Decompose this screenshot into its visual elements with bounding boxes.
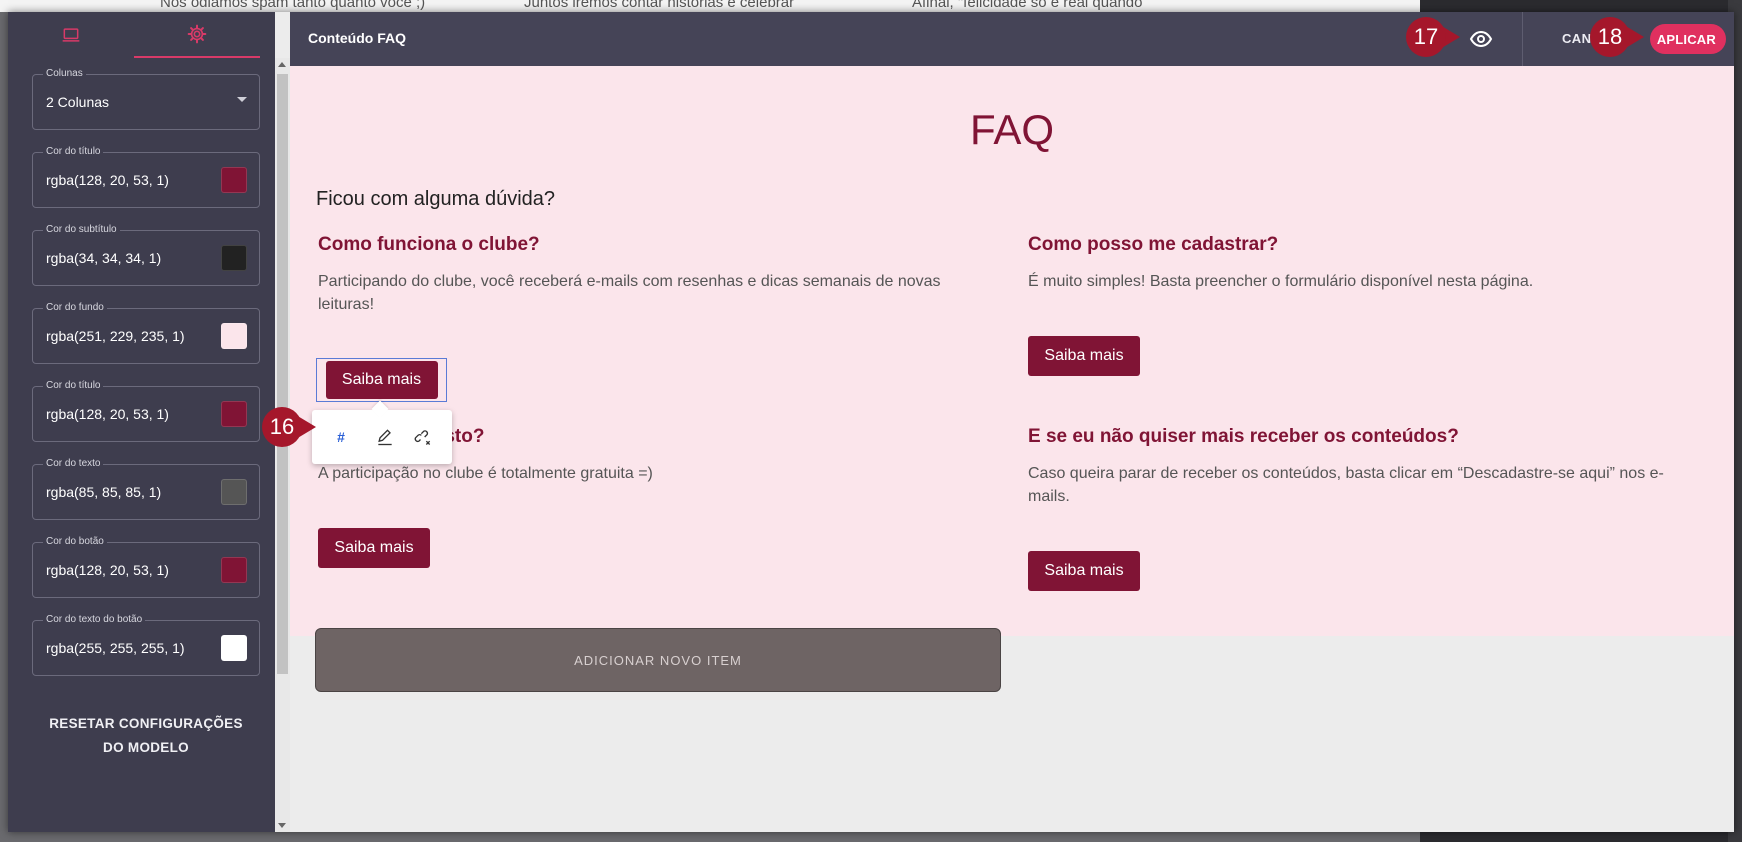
faq-title[interactable]: FAQ (290, 106, 1734, 154)
background-text-strip: Nos odiamos spam tanto quanto você ;) Ju… (0, 0, 1420, 12)
field-value: 2 Colunas (46, 94, 110, 110)
item-title-color-field[interactable]: Cor do título rgba(128, 20, 53, 1) (32, 380, 260, 442)
field-label: Cor do botão (43, 536, 107, 547)
link-anchor[interactable]: # (330, 426, 352, 448)
apply-label: APLICAR (1656, 31, 1716, 47)
laptop-icon (62, 28, 80, 42)
chevron-down-icon (237, 97, 247, 102)
background-text-2: Juntos iremos contar histórias e celebra… (524, 0, 795, 11)
field-value: rgba(128, 20, 53, 1) (46, 562, 169, 578)
settings-sidebar: Colunas 2 Colunas Cor do título rgba(128… (8, 12, 275, 832)
faq-answer[interactable]: É muito simples! Basta preencher o formu… (1028, 270, 1668, 293)
faq-item-2: Como posso me cadastrar? É muito simples… (1028, 234, 1668, 293)
sidebar-tabs (8, 12, 275, 58)
color-swatch[interactable] (221, 323, 247, 349)
tab-content[interactable] (8, 12, 134, 58)
field-value: rgba(128, 20, 53, 1) (46, 406, 169, 422)
field-label: Cor do título (43, 380, 104, 391)
faq-subtitle[interactable]: Ficou com alguma dúvida? (316, 188, 555, 211)
field-label: Cor do fundo (43, 302, 107, 313)
reset-label-line-2: DO MODELO (103, 740, 189, 755)
add-new-item-button[interactable]: ADICIONAR NOVO ITEM (315, 628, 1001, 692)
settings-fields: Colunas 2 Colunas Cor do título rgba(128… (32, 68, 260, 698)
faq-item-1: Como funciona o clube? Participando do c… (318, 234, 958, 316)
button-color-field[interactable]: Cor do botão rgba(128, 20, 53, 1) (32, 536, 260, 598)
faq-item-4: E se eu não quiser mais receber os conte… (1028, 426, 1668, 508)
scroll-up-icon[interactable] (278, 62, 286, 67)
faq-answer[interactable]: Participando do clube, você receberá e-m… (318, 270, 958, 316)
field-label: Cor do subtítulo (43, 224, 120, 235)
field-value: rgba(34, 34, 34, 1) (46, 250, 162, 266)
color-swatch[interactable] (221, 245, 247, 271)
scroll-down-icon[interactable] (278, 823, 286, 828)
field-label: Colunas (43, 68, 86, 79)
title-color-field[interactable]: Cor do título rgba(128, 20, 53, 1) (32, 146, 260, 208)
faq-question[interactable]: E se eu não quiser mais receber os conte… (1028, 426, 1668, 448)
annotation-number: 17 (1406, 17, 1446, 57)
faq-answer[interactable]: A participação no clube é totalmente gra… (318, 462, 958, 485)
reset-label-line-1: RESETAR CONFIGURAÇÕES (49, 716, 243, 731)
saiba-mais-button[interactable]: Saiba mais (1028, 336, 1140, 376)
gear-icon (187, 24, 207, 44)
faq-preview: FAQ Ficou com alguma dúvida? Como funcio… (290, 66, 1734, 692)
color-swatch[interactable] (221, 401, 247, 427)
reset-template-button[interactable]: RESETAR CONFIGURAÇÕES DO MODELO (32, 712, 260, 760)
subtitle-color-field[interactable]: Cor do subtítulo rgba(34, 34, 34, 1) (32, 224, 260, 286)
background-color-field[interactable]: Cor do fundo rgba(251, 229, 235, 1) (32, 302, 260, 364)
color-swatch[interactable] (221, 635, 247, 661)
annotation-18: 18 (1590, 17, 1650, 57)
link-popover: # (312, 410, 452, 464)
saiba-mais-button[interactable]: Saiba mais (325, 361, 438, 399)
color-swatch[interactable] (221, 167, 247, 193)
saiba-mais-button[interactable]: Saiba mais (1028, 551, 1140, 591)
annotation-17: 17 (1406, 17, 1466, 57)
text-color-field[interactable]: Cor do texto rgba(85, 85, 85, 1) (32, 458, 260, 520)
background-text-3: Afinal, "felicidade só é real quando (912, 0, 1143, 11)
eye-icon (1469, 30, 1493, 48)
topbar-divider (1522, 12, 1523, 66)
annotation-number: 16 (262, 407, 302, 447)
unlink-button[interactable] (412, 426, 434, 448)
unlink-icon (414, 430, 431, 445)
faq-question[interactable]: Como posso me cadastrar? (1028, 234, 1668, 256)
scrollbar-thumb[interactable] (277, 74, 288, 674)
faq-question[interactable]: Como funciona o clube? (318, 234, 958, 256)
background-text-1: Nos odiamos spam tanto quanto você ;) (160, 0, 426, 11)
selected-button-frame: Saiba mais (316, 358, 447, 402)
field-label: Cor do texto do botão (43, 614, 146, 625)
field-value: rgba(85, 85, 85, 1) (46, 484, 162, 500)
tab-settings[interactable] (134, 12, 260, 58)
apply-button[interactable]: APLICAR (1650, 24, 1726, 54)
button-text-color-field[interactable]: Cor do texto do botão rgba(255, 255, 255… (32, 614, 260, 676)
annotation-16: 16 (262, 407, 322, 447)
field-label: Cor do título (43, 146, 104, 157)
field-value: rgba(128, 20, 53, 1) (46, 172, 169, 188)
columns-select[interactable]: Colunas 2 Colunas (32, 68, 260, 130)
editor-title: Conteúdo FAQ (308, 30, 406, 46)
color-swatch[interactable] (221, 479, 247, 505)
field-value: rgba(251, 229, 235, 1) (46, 328, 185, 344)
field-label: Cor do texto (43, 458, 104, 469)
editor-topbar: Conteúdo FAQ CANCELAR APLICAR (290, 12, 1734, 66)
faq-answer[interactable]: Caso queira parar de receber os conteúdo… (1028, 462, 1668, 508)
edit-link-button[interactable] (374, 426, 396, 448)
saiba-mais-button[interactable]: Saiba mais (318, 528, 430, 568)
pencil-icon (378, 429, 392, 446)
color-swatch[interactable] (221, 557, 247, 583)
field-value: rgba(255, 255, 255, 1) (46, 640, 185, 656)
annotation-number: 18 (1590, 17, 1630, 57)
preview-button[interactable] (1468, 26, 1494, 52)
